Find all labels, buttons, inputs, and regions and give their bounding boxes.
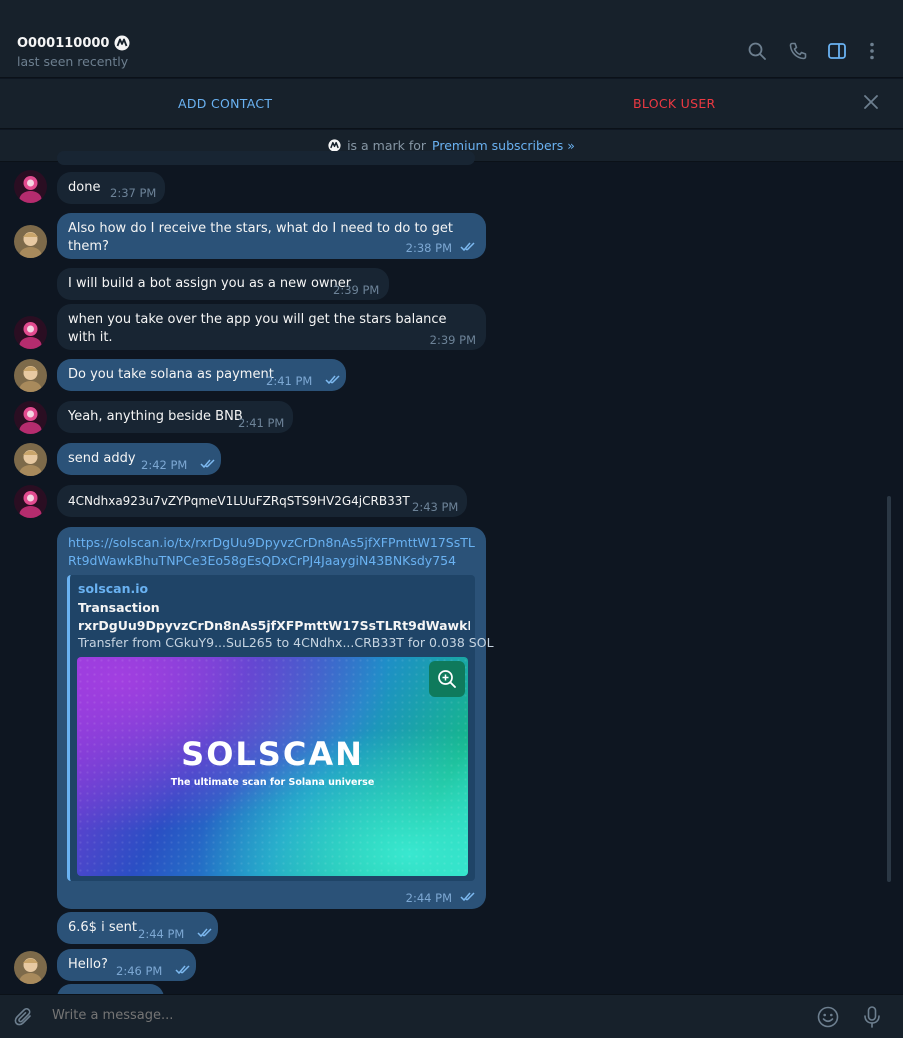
add-contact-button[interactable]: ADD CONTACT [178, 96, 272, 111]
message-text: 4CNdhxa923u7vZYPqmeV1LUuFZRqSTS9HV2G4jCR… [68, 494, 410, 508]
message-bubble[interactable]: done 2:37 PM [57, 172, 165, 204]
message-text: 6.6$ i sent [68, 920, 137, 935]
message-bubble[interactable]: when you take over the app you will get … [57, 304, 486, 350]
read-checkmarks-icon [460, 892, 475, 902]
sidebar-toggle-icon[interactable] [826, 40, 848, 62]
contact-avatar[interactable] [14, 170, 47, 203]
link-preview-title-line: Transaction [78, 600, 160, 615]
contact-action-bar: ADD CONTACT BLOCK USER [0, 79, 903, 129]
message-bubble[interactable]: 4CNdhxa923u7vZYPqmeV1LUuFZRqSTS9HV2G4jCR… [57, 485, 467, 517]
message-time: 2:41 PM [266, 374, 313, 388]
link-preview-site: solscan.io [78, 581, 149, 596]
read-checkmarks-icon [460, 242, 475, 252]
emoji-icon[interactable] [816, 1005, 840, 1029]
message-time: 2:46 PM [116, 964, 163, 978]
more-options-icon[interactable] [861, 40, 883, 62]
message-time: 2:41 PM [238, 416, 285, 430]
link-preview-description: Transfer from CGkuY9...SuL265 to 4CNdhx.… [78, 635, 494, 650]
message-bubble[interactable]: send addy 2:42 PM [57, 443, 221, 475]
message-bubble[interactable]: Also how do I receive the stars, what do… [57, 213, 486, 259]
message-link[interactable]: https://solscan.io/tx/rxrDgUu9DpyvzCrDn8… [68, 534, 476, 570]
solscan-tagline: The ultimate scan for Solana universe [170, 777, 375, 788]
microphone-icon[interactable] [861, 1005, 883, 1029]
message-text: Hello? [68, 957, 108, 972]
solscan-logo: SOLSCAN [181, 735, 364, 773]
contact-status: last seen recently [17, 54, 129, 69]
message-text: done [68, 180, 101, 195]
message-bubble[interactable]: Yeah, anything beside BNB 2:41 PM [57, 401, 293, 433]
message-composer [0, 994, 903, 1038]
link-preview-image[interactable]: SOLSCAN The ultimate scan for Solana uni… [77, 657, 468, 876]
message-time: 2:37 PM [110, 186, 157, 200]
message-time: 2:38 PM [405, 241, 452, 255]
message-time: 2:39 PM [333, 283, 380, 297]
contact-avatar[interactable] [14, 485, 47, 518]
message-bubble[interactable]: 6.6$ i sent 2:44 PM [57, 912, 218, 944]
zoom-in-icon [438, 670, 456, 688]
link-preview[interactable]: solscan.io Transaction rxrDgUu9DpyvzCrDn… [67, 575, 494, 881]
message-text: Also how do I receive the stars, what do… [68, 221, 453, 254]
zoom-in-button[interactable] [429, 661, 465, 697]
read-checkmarks-icon [175, 965, 190, 975]
read-checkmarks-icon [325, 375, 340, 385]
message-text: send addy [68, 451, 136, 466]
phone-call-icon[interactable] [787, 40, 809, 62]
link-preview-title: Transaction rxrDgUu9DpyvzCrDn8nAs5jfXFPm… [78, 599, 470, 635]
user-avatar[interactable] [14, 359, 47, 392]
message-time: 2:43 PM [412, 500, 459, 514]
contact-name: O000110000 [17, 35, 110, 51]
message-time: 2:44 PM [405, 891, 452, 905]
message-bubble[interactable]: I will build a bot assign you as a new o… [57, 268, 389, 300]
message-time: 2:44 PM [138, 927, 185, 941]
chat-scrollbar[interactable] [887, 496, 891, 882]
block-user-button[interactable]: BLOCK USER [633, 96, 716, 111]
window-top-strip [0, 0, 903, 24]
message-text: I will build a bot assign you as a new o… [68, 276, 352, 291]
read-checkmarks-icon [200, 459, 215, 469]
read-checkmarks-icon [197, 928, 212, 938]
message-time: 2:42 PM [141, 458, 188, 472]
contact-avatar[interactable] [14, 401, 47, 434]
user-avatar[interactable] [14, 951, 47, 984]
message-text: when you take over the app you will get … [68, 312, 447, 345]
message-time: 2:39 PM [429, 333, 476, 347]
message-text: Yeah, anything beside BNB [68, 409, 243, 424]
user-avatar[interactable] [14, 443, 47, 476]
chat-title[interactable]: O000110000 [17, 35, 130, 51]
close-icon[interactable] [862, 93, 880, 111]
chat-header[interactable]: O000110000 last seen recently [0, 24, 903, 78]
user-avatar[interactable] [14, 225, 47, 258]
message-bubble[interactable] [57, 151, 475, 165]
message-bubble[interactable]: Hello? 2:46 PM [57, 949, 196, 981]
search-icon[interactable] [746, 40, 768, 62]
link-preview-title-line: rxrDgUu9DpyvzCrDn8nAs5jfXFPmttW17SsTLRt9… [78, 618, 470, 633]
attach-icon[interactable] [13, 1006, 35, 1028]
contact-avatar[interactable] [14, 316, 47, 349]
message-text: Do you take solana as payment [68, 367, 274, 382]
message-bubble[interactable]: Do you take solana as payment 2:41 PM [57, 359, 346, 391]
message-input[interactable] [52, 1008, 792, 1023]
premium-badge-icon [114, 35, 130, 51]
